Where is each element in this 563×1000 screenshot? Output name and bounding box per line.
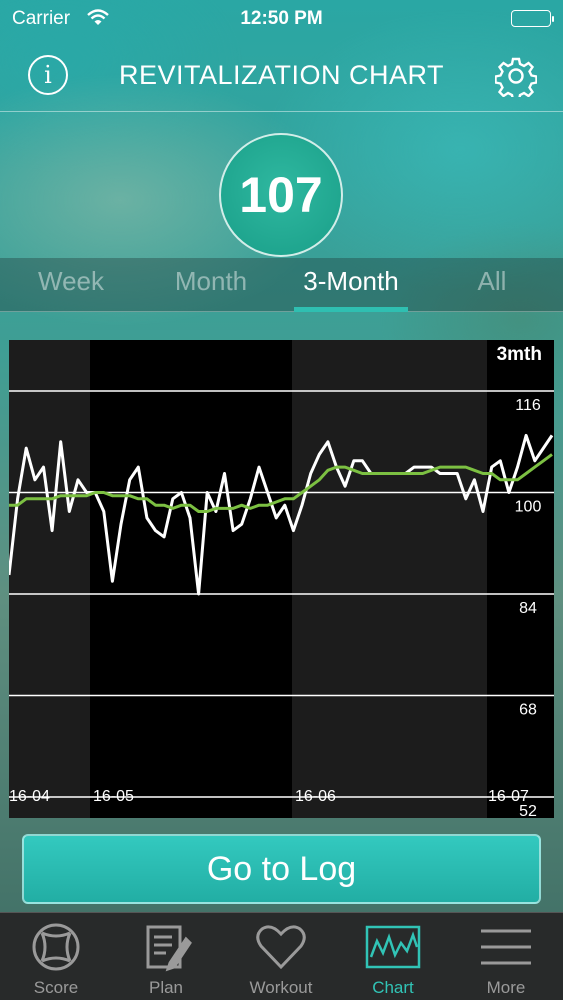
plan-notepad-icon [146,925,192,972]
score-ring-icon [32,923,80,971]
tab-bar-label-score: Score [33,978,79,997]
x-tick-label: 16-04 [9,788,50,805]
page-title: REVITALIZATION CHART [118,60,445,90]
tab-bar-label-plan: Plan [148,978,184,997]
range-label: 3mth [497,344,542,365]
menu-lines-icon [481,929,531,965]
tab-month[interactable]: Month [168,266,254,310]
tab-bar-item-more[interactable]: More [450,913,562,1000]
y-tick-label: 52 [519,803,537,818]
x-tick-label: 16-05 [93,788,134,805]
go-to-log-button[interactable]: Go to Log [22,834,541,904]
tab-bar-item-plan[interactable]: Plan [110,913,222,1000]
tab-bar: Score Plan Workout Chart More [0,912,563,1000]
chart-icon [365,925,421,969]
gear-icon[interactable] [494,55,538,102]
tab-bar-label-workout: Workout [249,978,313,997]
tab-bar-item-workout[interactable]: Workout [225,913,337,1000]
x-tick-label: 16-07 [488,788,529,805]
revitalization-chart[interactable]: 116 100 84 68 52 3mth 16-04 16-05 16-06 16-07 [9,340,554,818]
tab-3-month[interactable]: 3-Month [294,266,408,312]
x-tick-label: 16-06 [295,788,336,805]
y-tick-label: 116 [515,397,541,414]
chart-svg: 116 100 84 68 52 3mth 16-04 16-05 16-06 16-07 [9,340,554,818]
status-time: 12:50 PM [240,8,323,29]
tab-bar-item-score[interactable]: Score [0,913,112,1000]
heart-icon [256,925,306,970]
tab-all[interactable]: All [474,266,510,310]
tab-bar-item-chart[interactable]: Chart [337,913,449,1000]
tab-bar-label-more: More [486,978,526,997]
battery-icon [511,10,554,27]
range-tabs: Week Month 3-Month All [0,258,563,312]
tab-week[interactable]: Week [34,266,108,310]
month-band [90,340,292,818]
nav-bar: i REVITALIZATION CHART [0,40,563,112]
tab-bar-label-chart: Chart [372,978,414,997]
y-tick-label: 100 [515,499,542,516]
score-circle: 107 [219,133,343,257]
y-tick-label: 68 [519,702,537,719]
y-tick-label: 84 [519,600,537,617]
status-bar: Carrier 12:50 PM [0,0,563,38]
